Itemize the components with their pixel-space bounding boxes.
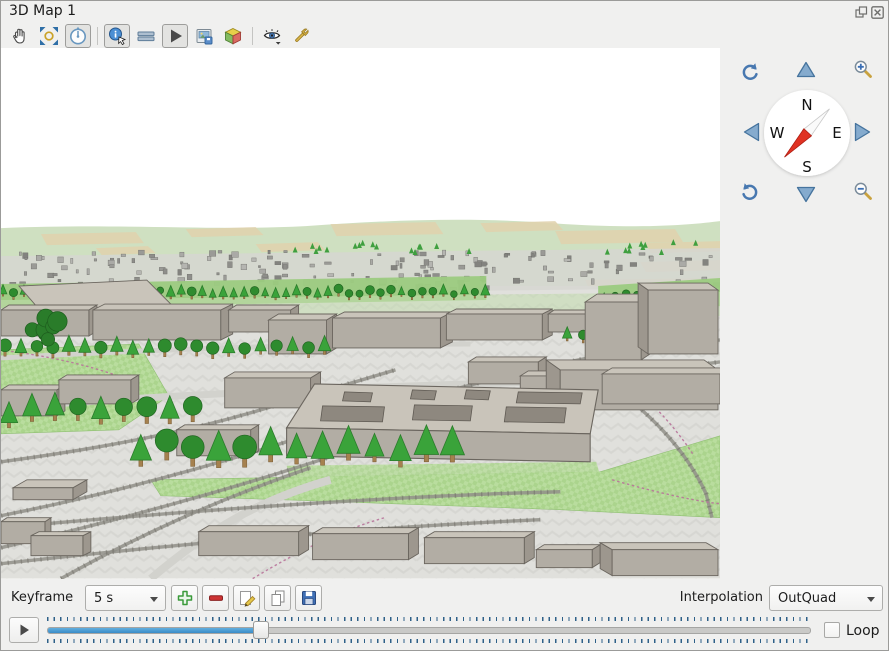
chevron-down-icon bbox=[150, 597, 158, 602]
copy-icon bbox=[269, 589, 287, 607]
interpolation-label: Interpolation bbox=[669, 590, 763, 605]
map-3d-scene bbox=[1, 48, 720, 579]
camera-orbit-icon bbox=[67, 25, 89, 47]
zoom-full-button[interactable] bbox=[36, 24, 62, 48]
play-animation-button[interactable] bbox=[162, 24, 188, 48]
save-animation-button[interactable] bbox=[295, 585, 322, 611]
float-icon bbox=[855, 6, 868, 19]
tilt-down-button[interactable] bbox=[794, 182, 818, 206]
loop-checkbox[interactable] bbox=[824, 622, 840, 638]
interpolation-select[interactable]: OutQuad bbox=[769, 585, 883, 611]
play-animation-icon bbox=[164, 25, 186, 47]
animation-bar: Keyframe 5 s bbox=[1, 579, 888, 650]
float-window-button[interactable] bbox=[854, 5, 868, 19]
visibility-options-button[interactable] bbox=[259, 24, 285, 48]
slider-ticks bbox=[47, 617, 811, 621]
map-3d-viewport[interactable] bbox=[1, 48, 720, 579]
measure-line-button[interactable] bbox=[133, 24, 159, 48]
identify-icon bbox=[106, 25, 128, 47]
3d-map-window: 3D Map 1 bbox=[0, 0, 889, 651]
move-right-button[interactable] bbox=[850, 120, 874, 144]
arrow-down-icon bbox=[794, 182, 818, 206]
keyframe-select[interactable]: 5 s bbox=[85, 585, 166, 611]
titlebar: 3D Map 1 bbox=[1, 1, 888, 23]
play-icon bbox=[16, 622, 32, 638]
rotate-cw-icon bbox=[738, 180, 762, 204]
window-title: 3D Map 1 bbox=[9, 3, 76, 19]
edit-pencil-icon bbox=[238, 589, 256, 607]
slider-groove bbox=[47, 627, 811, 634]
slider-handle[interactable] bbox=[253, 621, 269, 639]
toolbar-separator bbox=[97, 27, 98, 45]
zoom-in-icon bbox=[851, 57, 875, 81]
chevron-down-icon bbox=[867, 597, 875, 602]
compass-west-label: W bbox=[770, 124, 785, 142]
close-icon bbox=[871, 6, 884, 19]
arrow-right-icon bbox=[850, 120, 874, 144]
navigation-panel: N E S W bbox=[720, 48, 888, 579]
rotate-cw-button[interactable] bbox=[738, 180, 762, 204]
visibility-options-icon bbox=[261, 25, 283, 47]
edit-keyframe-button[interactable] bbox=[233, 585, 260, 611]
save-image-button[interactable] bbox=[191, 24, 217, 48]
slider-ticks bbox=[47, 639, 811, 643]
export-3d-scene-button[interactable] bbox=[220, 24, 246, 48]
zoom-out-button[interactable] bbox=[851, 179, 875, 203]
measure-line-icon bbox=[135, 25, 157, 47]
compass-widget[interactable]: N E S W bbox=[757, 83, 857, 183]
interpolation-selected-value: OutQuad bbox=[778, 591, 836, 606]
zoom-in-button[interactable] bbox=[851, 57, 875, 81]
configure-icon bbox=[290, 25, 312, 47]
compass-east-label: E bbox=[832, 124, 841, 142]
play-button[interactable] bbox=[9, 617, 39, 643]
close-window-button[interactable] bbox=[870, 5, 884, 19]
toolbar-separator bbox=[252, 27, 253, 45]
save-image-icon bbox=[193, 25, 215, 47]
camera-orbit-button[interactable] bbox=[65, 24, 91, 48]
rotate-ccw-button[interactable] bbox=[738, 60, 762, 84]
configure-button[interactable] bbox=[288, 24, 314, 48]
minus-icon bbox=[207, 589, 225, 607]
arrow-up-icon bbox=[794, 58, 818, 82]
camera-pan-button[interactable] bbox=[7, 24, 33, 48]
map-toolbar bbox=[1, 23, 888, 48]
loop-label: Loop bbox=[846, 623, 880, 639]
keyframe-label: Keyframe bbox=[11, 590, 73, 605]
keyframe-selected-value: 5 s bbox=[94, 591, 113, 606]
camera-pan-icon bbox=[9, 25, 31, 47]
compass-north-label: N bbox=[801, 96, 812, 114]
duplicate-keyframe-button[interactable] bbox=[264, 585, 291, 611]
remove-keyframe-button[interactable] bbox=[202, 585, 229, 611]
compass-south-label: S bbox=[802, 158, 812, 176]
zoom-out-icon bbox=[851, 179, 875, 203]
slider-fill bbox=[48, 628, 261, 633]
zoom-full-icon bbox=[38, 25, 60, 47]
tilt-up-button[interactable] bbox=[794, 58, 818, 82]
timeline-slider[interactable] bbox=[47, 617, 811, 643]
save-floppy-icon bbox=[300, 589, 318, 607]
identify-button[interactable] bbox=[104, 24, 130, 48]
rotate-ccw-icon bbox=[738, 60, 762, 84]
export-3d-scene-icon bbox=[222, 25, 244, 47]
add-keyframe-button[interactable] bbox=[171, 585, 198, 611]
plus-icon bbox=[176, 589, 194, 607]
